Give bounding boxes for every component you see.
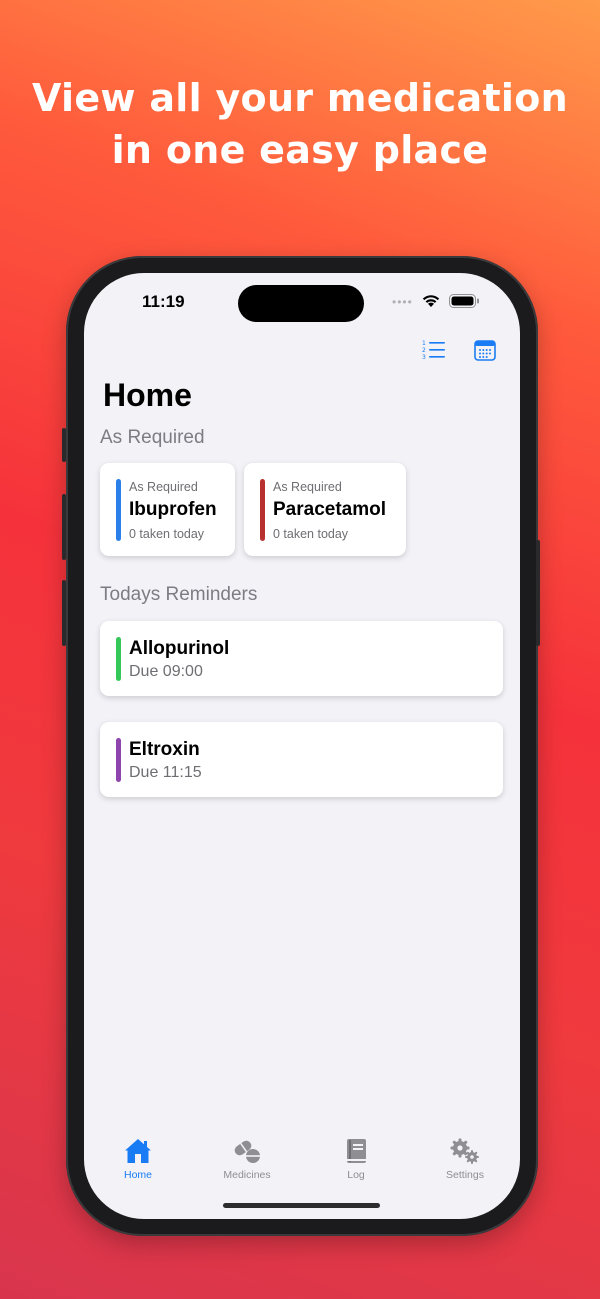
calendar-icon[interactable] [474,339,496,361]
book-icon [347,1139,366,1163]
svg-text:3: 3 [422,354,426,361]
as-required-card-ibuprofen[interactable]: As Required Ibuprofen 0 taken today [100,463,235,556]
color-indicator [116,479,121,541]
power-button [536,540,540,646]
headline-line-2: in one easy place [111,128,489,172]
signal-icon: •••• [392,295,413,309]
card-kind: As Required [273,480,342,494]
card-medicine-name: Paracetamol [273,499,387,520]
reminder-medicine-name: Allopurinol [129,638,230,659]
tab-label: Medicines [223,1169,271,1181]
card-kind: As Required [129,480,198,494]
card-taken-count: 0 taken today [129,527,205,541]
reminder-card-eltroxin[interactable]: Eltroxin Due 11:15 [100,722,503,797]
wifi-icon [422,295,440,307]
reminder-due-time: Due 11:15 [129,764,202,781]
home-indicator [223,1203,380,1208]
as-required-card-paracetamol[interactable]: As Required Paracetamol 0 taken today [244,463,406,556]
as-required-heading: As Required [100,427,205,448]
svg-text:2: 2 [422,347,426,354]
pills-icon [234,1140,260,1163]
volume-up-button [62,494,66,560]
tab-label: Home [123,1169,152,1181]
action-button [62,428,66,462]
dynamic-island [238,285,364,322]
color-indicator [260,479,265,541]
color-indicator [116,637,121,681]
tab-home[interactable]: Home [93,1137,183,1181]
status-time: 11:19 [142,292,185,311]
reminder-medicine-name: Eltroxin [129,739,200,760]
headline-line-1: View all your medication [31,76,568,120]
svg-text:1: 1 [422,340,426,347]
tab-label: Log [347,1169,365,1181]
tab-settings[interactable]: Settings [420,1137,510,1181]
battery-icon [449,294,479,308]
color-indicator [116,738,121,782]
marketing-headline: View all your medication in one easy pla… [0,72,600,176]
gears-icon [450,1138,479,1164]
reminder-card-allopurinol[interactable]: Allopurinol Due 09:00 [100,621,503,696]
volume-down-button [62,580,66,646]
tab-medicines[interactable]: Medicines [202,1137,292,1181]
app-screen: 11:19 •••• 1 2 3 Home As Required As Req… [84,273,520,1219]
page-title: Home [103,377,192,413]
card-taken-count: 0 taken today [273,527,349,541]
numbered-list-icon[interactable]: 1 2 3 [422,339,446,361]
reminder-due-time: Due 09:00 [129,663,203,680]
reminders-heading: Todays Reminders [100,584,258,605]
tab-label: Settings [446,1169,484,1181]
tab-log[interactable]: Log [311,1137,401,1181]
house-icon [125,1139,151,1163]
card-medicine-name: Ibuprofen [129,499,217,520]
